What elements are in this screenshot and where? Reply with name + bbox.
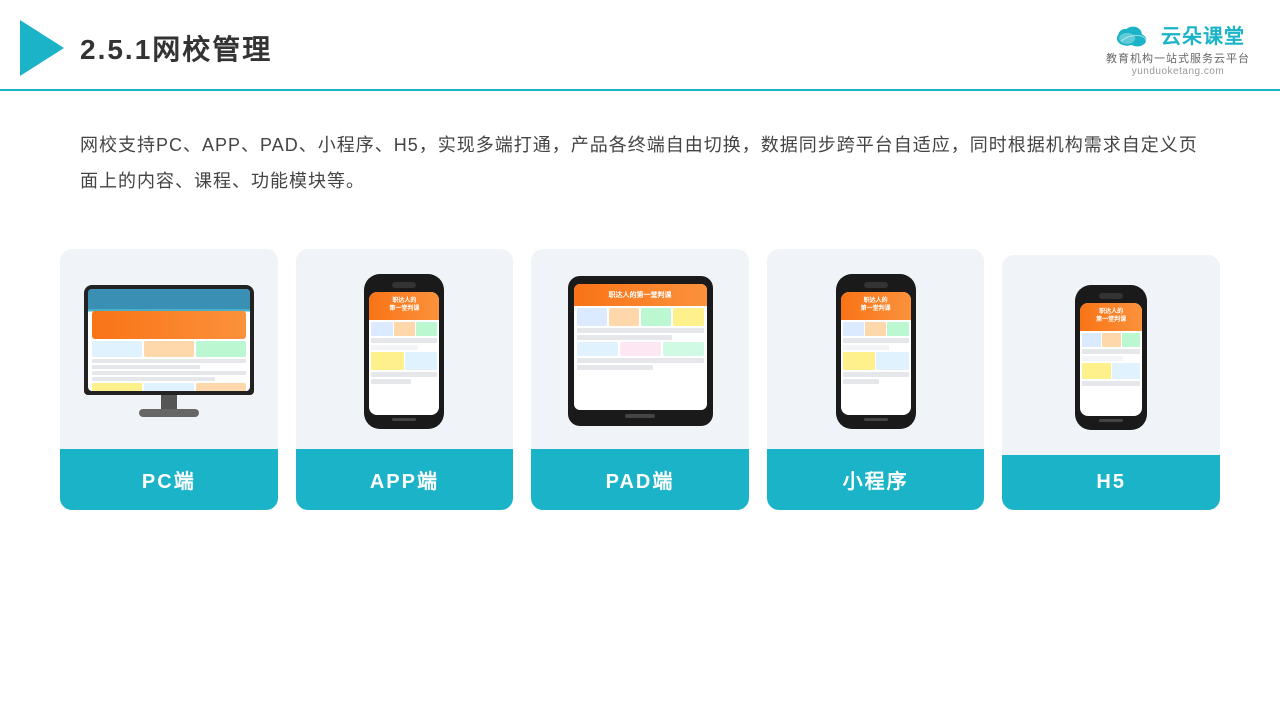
app-image-area: 职达人的第一堂判课: [296, 249, 514, 449]
header-left: 2.5.1网校管理: [20, 20, 272, 76]
tablet-screen: 职达人的第一堂判课: [574, 284, 707, 410]
pc-label: PC端: [60, 449, 278, 510]
device-cards-container: PC端 职达人的第一堂判课: [0, 229, 1280, 540]
miniapp-notch: [864, 282, 888, 288]
app-label: APP端: [296, 449, 514, 510]
tablet-screen-header: 职达人的第一堂判课: [574, 284, 707, 306]
tablet-home-bar: [625, 414, 655, 418]
brand-tagline: 教育机构一站式服务云平台: [1106, 50, 1250, 66]
cloud-icon: [1111, 18, 1155, 50]
phone-screen: 职达人的第一堂判课: [369, 292, 439, 415]
h5-card: 职达人的第一堂判课: [1002, 255, 1220, 510]
miniapp-screen-text: 职达人的第一堂判课: [861, 298, 891, 314]
page-title: 2.5.1网校管理: [80, 28, 272, 68]
phone-screen-text: 职达人的第一堂判课: [389, 298, 419, 314]
description-text: 网校支持PC、APP、PAD、小程序、H5，实现多端打通，产品各终端自由切换，数…: [0, 91, 1280, 219]
miniapp-home-bar: [864, 418, 888, 421]
miniapp-label: 小程序: [767, 449, 985, 510]
app-phone-icon: 职达人的第一堂判课: [364, 274, 444, 429]
header: 2.5.1网校管理 云朵课堂 教育机构一站式服务云平台 yunduoketang…: [0, 0, 1280, 91]
pad-tablet-icon: 职达人的第一堂判课: [568, 276, 713, 426]
pad-label: PAD端: [531, 449, 749, 510]
h5-label: H5: [1002, 455, 1220, 510]
miniapp-phone-icon: 职达人的第一堂判课: [836, 274, 916, 429]
h5-phone-icon: 职达人的第一堂判课: [1075, 285, 1147, 430]
miniapp-card: 职达人的第一堂判课: [767, 249, 985, 510]
pad-card: 职达人的第一堂判课: [531, 249, 749, 510]
h5-screen-text: 职达人的第一堂判课: [1096, 309, 1126, 325]
h5-home-bar: [1099, 419, 1123, 422]
brand-logo: 云朵课堂 教育机构一站式服务云平台 yunduoketang.com: [1106, 18, 1250, 77]
pc-image-area: [60, 249, 278, 449]
phone-notch: [392, 282, 416, 288]
brand-name: 云朵课堂: [1161, 20, 1245, 49]
h5-notch: [1099, 293, 1123, 299]
phone-home-bar: [392, 418, 416, 421]
app-card: 职达人的第一堂判课: [296, 249, 514, 510]
miniapp-screen: 职达人的第一堂判课: [841, 292, 911, 415]
brand-url: yunduoketang.com: [1132, 66, 1225, 77]
pc-monitor-icon: [84, 285, 254, 417]
miniapp-image-area: 职达人的第一堂判课: [767, 249, 985, 449]
cloud-logo: 云朵课堂: [1111, 18, 1245, 50]
h5-screen: 职达人的第一堂判课: [1080, 303, 1142, 416]
pc-card: PC端: [60, 249, 278, 510]
h5-image-area: 职达人的第一堂判课: [1002, 255, 1220, 455]
pad-image-area: 职达人的第一堂判课: [531, 249, 749, 449]
logo-triangle-icon: [20, 20, 64, 76]
